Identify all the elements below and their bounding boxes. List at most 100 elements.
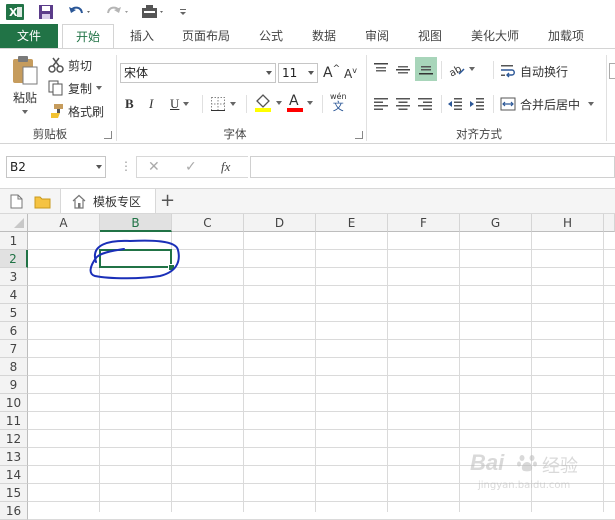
copy-button[interactable]: 复制 — [48, 79, 103, 97]
wrap-text-button[interactable]: 自动换行 — [500, 61, 568, 81]
watermark-url: jingyan.baidu.com — [478, 480, 571, 491]
save-icon[interactable] — [36, 2, 56, 22]
italic-button[interactable]: I — [149, 95, 161, 113]
align-center-button[interactable] — [395, 95, 413, 113]
new-file-icon[interactable] — [10, 194, 23, 212]
increase-indent-button[interactable] — [469, 95, 487, 113]
font-color-button[interactable]: A — [287, 93, 313, 113]
divider — [322, 95, 323, 113]
tab-page-layout[interactable]: 页面布局 — [174, 24, 238, 48]
orientation-button[interactable]: ab — [447, 59, 475, 79]
border-icon — [211, 97, 225, 111]
bottom-align-icon — [419, 66, 433, 75]
customize-qat-icon[interactable] — [176, 2, 190, 22]
enter-icon[interactable]: ✓ — [185, 159, 197, 175]
font-name-combo[interactable]: 宋体 — [120, 63, 276, 83]
font-color-letter: A — [289, 93, 299, 109]
watermark-brand2: 经验 — [542, 456, 578, 477]
tab-addins[interactable]: 加载项 — [540, 24, 592, 48]
merge-center-button[interactable]: 合并后居中 — [500, 94, 595, 114]
chevron-down-icon — [230, 102, 236, 106]
phonetic-button[interactable]: wén 文 — [330, 92, 347, 114]
tab-insert[interactable]: 插入 — [122, 24, 162, 48]
cut-button[interactable]: 剪切 — [48, 56, 92, 74]
chevron-down-icon — [183, 102, 190, 106]
wrap-text-label: 自动换行 — [520, 64, 569, 79]
cut-label: 剪切 — [68, 58, 93, 73]
chevron-down-icon — [469, 67, 475, 71]
tab-template-area-label: 模板专区 — [93, 194, 142, 209]
middle-align-button[interactable] — [395, 59, 413, 79]
alignment-group-label: 对齐方式 — [456, 127, 502, 141]
home-icon — [72, 194, 86, 209]
form-icon[interactable] — [140, 2, 168, 22]
align-center-icon — [396, 98, 410, 110]
paste-button[interactable]: 粘贴 — [6, 55, 44, 125]
tab-beautify-master[interactable]: 美化大师 — [462, 24, 528, 48]
fill-color-button[interactable] — [254, 93, 282, 113]
group-divider — [366, 55, 367, 141]
clipboard-launcher-icon[interactable] — [104, 131, 112, 139]
chevron-down-icon — [266, 71, 272, 75]
format-painter-label: 格式刷 — [68, 104, 105, 119]
tab-formulas[interactable]: 公式 — [250, 24, 292, 48]
grow-font-label: A — [323, 65, 333, 81]
redo-icon[interactable] — [104, 2, 132, 22]
decrease-indent-icon — [448, 98, 462, 110]
align-left-button[interactable] — [373, 95, 391, 113]
decrease-indent-button[interactable] — [447, 95, 465, 113]
divider — [441, 95, 442, 113]
divider — [493, 95, 494, 113]
group-divider — [116, 55, 117, 141]
merge-center-label: 合并后居中 — [520, 97, 581, 112]
bottom-align-button[interactable] — [415, 57, 437, 81]
font-launcher-icon[interactable] — [355, 131, 363, 139]
clipboard-group-label: 剪贴板 — [32, 127, 68, 141]
align-right-icon — [418, 98, 432, 110]
shrink-font-label: A — [344, 67, 353, 81]
number-format-combo-edge[interactable] — [609, 63, 615, 79]
shrink-font-button[interactable]: Av — [344, 65, 357, 83]
format-painter-button[interactable]: 格式刷 — [48, 102, 104, 120]
tab-template-area[interactable]: 模板专区 — [60, 189, 156, 213]
font-group-label: 字体 — [223, 127, 247, 141]
excel-logo-icon: X — [6, 2, 24, 22]
font-color-swatch — [287, 108, 303, 112]
underline-button[interactable]: U — [170, 95, 190, 113]
copy-icon — [48, 80, 63, 96]
tab-data[interactable]: 数据 — [303, 24, 345, 48]
paste-dropdown-icon — [22, 110, 28, 114]
open-folder-icon[interactable] — [34, 194, 51, 212]
formula-input[interactable] — [250, 156, 615, 178]
insert-function-icon[interactable]: fx — [221, 159, 230, 175]
bold-button[interactable]: B — [125, 95, 139, 113]
ribbon: 粘贴 剪切 复制 格式刷 剪贴板 宋体 11 A ^ Av B I U A wé… — [0, 48, 615, 144]
chevron-down-icon — [308, 71, 314, 75]
cancel-icon[interactable]: ✕ — [148, 159, 160, 175]
font-size-combo[interactable]: 11 — [278, 63, 318, 83]
svg-text:X: X — [9, 6, 18, 19]
copy-label: 复制 — [68, 81, 93, 96]
tab-file[interactable]: 文件 — [0, 24, 58, 48]
brush-icon — [51, 104, 63, 118]
chevron-down-icon — [276, 101, 282, 105]
chevron-down-icon — [588, 102, 595, 106]
tab-view[interactable]: 视图 — [409, 24, 451, 48]
tab-review[interactable]: 审阅 — [356, 24, 398, 48]
merge-cells-icon — [500, 97, 516, 111]
add-tab-button[interactable]: + — [160, 190, 175, 211]
chevron-down-icon — [307, 101, 313, 105]
undo-icon[interactable] — [66, 2, 94, 22]
wrap-text-icon — [501, 65, 515, 78]
borders-button[interactable] — [210, 95, 236, 113]
tab-home[interactable]: 开始 — [62, 24, 114, 49]
increase-indent-icon — [470, 98, 484, 110]
top-align-button[interactable] — [373, 59, 391, 79]
align-right-button[interactable] — [417, 95, 435, 113]
quick-access-toolbar: X — [0, 0, 615, 24]
align-left-icon — [374, 98, 388, 110]
group-divider — [606, 55, 607, 141]
name-box[interactable]: B2 — [6, 156, 106, 178]
grow-font-button[interactable]: A ^ — [323, 63, 340, 83]
paste-icon — [13, 56, 38, 85]
